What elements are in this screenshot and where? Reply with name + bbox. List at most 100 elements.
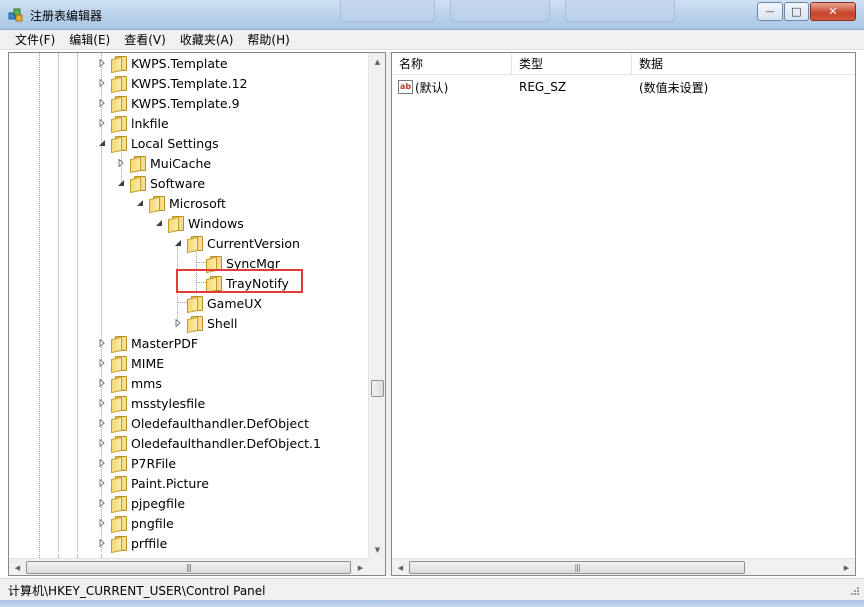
tree-item[interactable]: MIME [97,353,164,373]
expand-arrow-icon[interactable] [97,98,107,108]
column-header-type[interactable]: 类型 [512,53,632,75]
tree-item[interactable]: pngfile [97,513,174,533]
tree-item[interactable]: Paint.Picture [97,473,209,493]
tree-item-label: prffile [131,535,168,551]
maximize-button[interactable]: □ [784,2,809,21]
collapse-arrow-icon[interactable] [173,238,183,248]
tree-horizontal-scroll-thumb[interactable]: ||| [26,561,351,574]
tree-item[interactable]: Local Settings [97,133,219,153]
tree-item[interactable]: KWPS.Template [97,53,228,73]
expand-arrow-icon[interactable] [97,358,107,368]
list-horizontal-scrollbar[interactable]: ◀ ||| ▶ [392,558,855,575]
expand-arrow-icon[interactable] [97,78,107,88]
tree-item[interactable]: P7RFile [97,453,176,473]
expand-arrow-icon[interactable] [116,158,126,168]
tree-item[interactable]: Microsoft [135,193,226,213]
tree-item[interactable]: lnkfile [97,113,169,133]
tree-item[interactable]: Oledefaulthandler.DefObject.1 [97,433,321,453]
close-button[interactable]: ✕ [810,2,856,21]
tree-horizontal-scrollbar[interactable]: ◀ ||| ▶ [9,558,369,575]
tree-item-label: GameUX [207,295,262,311]
tree-item[interactable]: mms [97,373,162,393]
status-bar: 计算机\HKEY_CURRENT_USER\Control Panel [0,578,864,600]
collapse-arrow-icon[interactable] [135,198,145,208]
list-row-default[interactable]: ab (默认) REG_SZ (数值未设置) [392,77,832,97]
tree-item[interactable]: CurrentVersion [173,233,300,253]
column-header-name[interactable]: 名称 [392,53,512,75]
expand-arrow-icon[interactable] [97,378,107,388]
status-path: 计算机\HKEY_CURRENT_USER\Control Panel [8,584,266,598]
tree-item[interactable]: prffile [97,533,167,553]
maximize-icon: □ [791,5,802,18]
expand-arrow-icon[interactable] [97,118,107,128]
tree-item[interactable]: Shell [173,313,238,333]
tree-item[interactable]: MasterPDF [97,333,198,353]
column-header-data[interactable]: 数据 [632,53,855,75]
tree-item[interactable]: Windows [154,213,244,233]
tree-item[interactable]: pjpegfile [97,493,185,513]
tree-item[interactable]: msstylesfile [97,393,205,413]
folder-icon [110,496,127,511]
tree-item-label: KWPS.Template.12 [131,75,248,91]
folder-icon [205,256,222,271]
folder-icon [110,416,127,431]
folder-icon [110,516,127,531]
resize-grip-icon[interactable] [848,584,860,596]
background-window-ghost [450,0,550,22]
menu-bar: 文件(F) 编辑(E) 查看(V) 收藏夹(A) 帮助(H) [0,30,864,50]
collapse-arrow-icon[interactable] [154,218,164,228]
expand-arrow-icon[interactable] [97,398,107,408]
tree-vertical-scrollbar[interactable]: ▲ ▼ [368,53,385,558]
tree-item-label: Software [150,175,206,191]
expand-arrow-icon[interactable] [173,318,183,328]
folder-icon [110,136,127,151]
tree-item-label: Paint.Picture [131,475,209,491]
folder-icon [110,376,127,391]
title-bar[interactable]: 注册表编辑器 — □ ✕ [0,0,864,30]
expand-arrow-icon[interactable] [97,458,107,468]
value-name: (默认) [415,80,449,95]
folder-icon [186,316,203,331]
tree-item-label: KWPS.Template [131,55,228,71]
tree-item[interactable]: KWPS.Template.9 [97,93,240,113]
scroll-right-arrow-icon[interactable]: ▶ [352,559,369,575]
scroll-right-arrow-icon[interactable]: ▶ [838,559,855,575]
expand-arrow-icon[interactable] [97,478,107,488]
tree-item-label: lnkfile [131,115,169,131]
scroll-up-arrow-icon[interactable]: ▲ [369,53,385,70]
tree-item[interactable]: Oledefaulthandler.DefObject [97,413,309,433]
expand-arrow-icon[interactable] [97,498,107,508]
window-title: 注册表编辑器 [30,9,103,23]
expand-arrow-icon[interactable] [97,538,107,548]
menu-help[interactable]: 帮助(H) [240,30,296,50]
expand-arrow-icon[interactable] [97,418,107,428]
expand-arrow-icon[interactable] [97,518,107,528]
tree-item[interactable]: KWPS.Template.12 [97,73,247,93]
collapse-arrow-icon[interactable] [116,178,126,188]
collapse-arrow-icon[interactable] [97,138,107,148]
menu-favorites[interactable]: 收藏夹(A) [173,30,241,50]
folder-icon [129,176,146,191]
value-type: REG_SZ [519,80,567,94]
menu-view[interactable]: 查看(V) [117,30,173,50]
background-window-ghost [340,0,435,22]
scroll-down-arrow-icon[interactable]: ▼ [369,541,385,558]
scroll-left-arrow-icon[interactable]: ◀ [392,559,409,575]
expand-arrow-icon[interactable] [97,438,107,448]
list-header: 名称 类型 数据 [392,53,855,75]
tree-item[interactable]: Software [116,173,205,193]
tree-connector [77,53,78,558]
expand-arrow-icon[interactable] [97,58,107,68]
minimize-button[interactable]: — [757,2,783,21]
list-horizontal-scroll-thumb[interactable]: ||| [409,561,745,574]
tree-item[interactable]: GameUX [173,293,262,313]
tree-item[interactable]: MuiCache [116,153,211,173]
folder-icon [148,196,165,211]
menu-file[interactable]: 文件(F) [8,30,62,50]
tree-item-label: Local Settings [131,135,219,151]
scroll-left-arrow-icon[interactable]: ◀ [9,559,26,575]
menu-edit[interactable]: 编辑(E) [62,30,117,50]
expand-arrow-icon[interactable] [97,338,107,348]
tree-vertical-scroll-thumb[interactable] [371,380,384,397]
